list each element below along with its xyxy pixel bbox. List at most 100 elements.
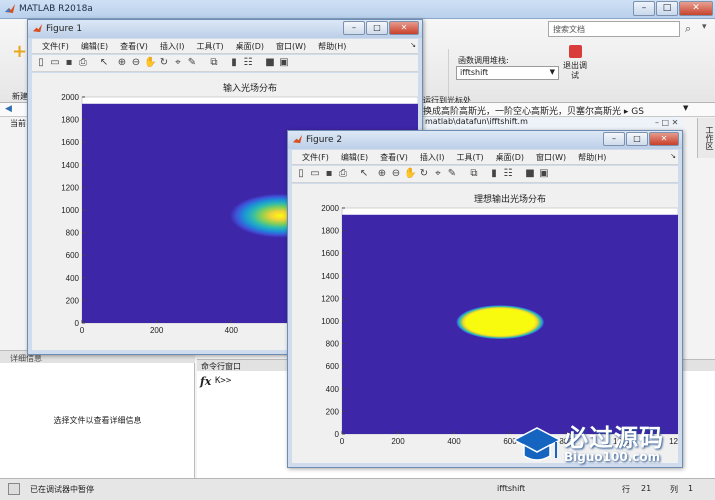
figure-icon [32, 23, 43, 33]
menu-help[interactable]: 帮助(H) [312, 39, 352, 53]
maximize-button[interactable]: □ [656, 1, 678, 16]
pointer-icon[interactable]: ↖ [98, 57, 110, 69]
new-figure-icon[interactable]: ▯ [295, 168, 307, 180]
figure-2-titlebar[interactable]: Figure 2 – □ ✕ [288, 131, 682, 149]
y-tick-label: 600 [326, 362, 340, 371]
figure-1-maximize-button[interactable]: □ [366, 21, 388, 35]
figure-1-close-button[interactable]: ✕ [389, 21, 419, 35]
y-tick-label: 1800 [321, 227, 339, 236]
menu-window[interactable]: 窗口(W) [530, 150, 572, 164]
zoom-in-icon[interactable]: ⊕ [376, 168, 388, 180]
y-tick-label: 1000 [321, 317, 339, 326]
menu-file[interactable]: 文件(F) [296, 150, 335, 164]
legend-icon[interactable]: ☷ [242, 57, 254, 69]
pointer-icon[interactable]: ↖ [358, 168, 370, 180]
legend-icon[interactable]: ☷ [502, 168, 514, 180]
ribbon-collapse-icon[interactable]: ▾ [702, 22, 707, 32]
menu-desktop[interactable]: 桌面(D) [230, 39, 270, 53]
func-stack-select[interactable]: ifftshift ▼ [456, 66, 559, 80]
stop-icon [568, 45, 582, 58]
figure-icon [292, 134, 303, 144]
chevron-down-icon: ▼ [549, 68, 555, 76]
figure-2-maximize-button[interactable]: □ [626, 132, 648, 146]
y-tick-label: 1600 [61, 138, 79, 147]
show-tools-icon[interactable]: ▣ [538, 168, 550, 180]
menu-edit[interactable]: 编辑(E) [335, 150, 374, 164]
hide-tools-icon[interactable]: ■ [524, 168, 536, 180]
colorbar-icon[interactable]: ▮ [228, 57, 240, 69]
figure-1-toolbar: ▯ ▭ ▪ ⎙ ↖ ⊕ ⊖ ✋ ↻ ⌖ ✎ ⧉ ▮ ☷ ■ ▣ [32, 55, 418, 72]
search-icon[interactable]: ⌕ [685, 22, 691, 36]
search-docs-input[interactable]: 搜索文档 [548, 21, 680, 37]
show-tools-icon[interactable]: ▣ [278, 57, 290, 69]
main-titlebar[interactable]: MATLAB R2018a – □ ✕ [0, 0, 715, 19]
rotate-icon[interactable]: ↻ [418, 168, 430, 180]
zoom-out-icon[interactable]: ⊖ [390, 168, 402, 180]
figure-2-minimize-button[interactable]: – [603, 132, 625, 146]
zoom-in-icon[interactable]: ⊕ [116, 57, 128, 69]
details-panel: 选择文件以查看详细信息 [0, 363, 195, 478]
breadcrumb[interactable]: 换成高阶高斯光，一阶空心高斯光，贝塞尔高斯光 ▸ GS [423, 104, 644, 117]
data-cursor-icon[interactable]: ⌖ [172, 57, 184, 69]
path-dropdown-icon[interactable]: ▼ [683, 104, 688, 112]
link-icon[interactable]: ⧉ [468, 168, 480, 180]
axes-title: 理想输出光场分布 [474, 193, 546, 205]
pin-icon[interactable]: ↘ [404, 39, 418, 53]
exit-debug-button[interactable]: 退出调试 [563, 45, 587, 81]
back-arrow-icon[interactable]: ◀ [5, 104, 12, 114]
pan-icon[interactable]: ✋ [404, 168, 416, 180]
figure-2-title: Figure 2 [306, 135, 343, 145]
open-file-icon[interactable]: ▭ [49, 57, 61, 69]
print-icon[interactable]: ⎙ [337, 168, 349, 180]
hide-tools-icon[interactable]: ■ [264, 57, 276, 69]
col-value: 1 [688, 484, 694, 493]
menu-insert[interactable]: 插入(I) [414, 150, 451, 164]
current-folder-label: 当前 [10, 119, 26, 128]
y-tick-label: 400 [66, 274, 80, 283]
menu-window[interactable]: 窗口(W) [270, 39, 312, 53]
watermark: 必过源码 Biguo100.com [512, 418, 712, 478]
y-tick-label: 600 [66, 251, 80, 260]
editor-window-buttons[interactable]: – □ ✕ [655, 118, 678, 127]
intensity-spot [456, 305, 545, 340]
x-tick-label: 0 [80, 326, 85, 335]
pin-icon[interactable]: ↘ [664, 150, 678, 164]
menu-view[interactable]: 查看(V) [374, 150, 414, 164]
zoom-out-icon[interactable]: ⊖ [130, 57, 142, 69]
workspace-tab[interactable]: 工作区 [697, 118, 715, 158]
colorbar-icon[interactable]: ▮ [488, 168, 500, 180]
menu-desktop[interactable]: 桌面(D) [490, 150, 530, 164]
print-icon[interactable]: ⎙ [77, 57, 89, 69]
pan-icon[interactable]: ✋ [144, 57, 156, 69]
x-tick-label: 400 [447, 437, 461, 446]
close-button[interactable]: ✕ [679, 1, 713, 16]
brush-icon[interactable]: ✎ [186, 57, 198, 69]
command-prompt[interactable]: K>> [215, 376, 231, 386]
figure-1-titlebar[interactable]: Figure 1 – □ ✕ [28, 20, 422, 38]
menu-edit[interactable]: 编辑(E) [75, 39, 114, 53]
x-tick-label: 0 [340, 437, 345, 446]
minimize-button[interactable]: – [633, 1, 655, 16]
y-tick-label: 1600 [321, 249, 339, 258]
menu-file[interactable]: 文件(F) [36, 39, 75, 53]
axes-title: 输入光场分布 [223, 82, 277, 94]
open-file-icon[interactable]: ▭ [309, 168, 321, 180]
x-tick-label: 400 [225, 326, 239, 335]
watermark-cn-text: 必过源码 [564, 424, 664, 452]
col-label: 列 [670, 485, 678, 494]
menu-view[interactable]: 查看(V) [114, 39, 154, 53]
save-icon[interactable]: ▪ [323, 168, 335, 180]
menu-help[interactable]: 帮助(H) [572, 150, 612, 164]
fx-icon[interactable]: fx [200, 375, 211, 388]
save-icon[interactable]: ▪ [63, 57, 75, 69]
rotate-icon[interactable]: ↻ [158, 57, 170, 69]
menu-insert[interactable]: 插入(I) [154, 39, 191, 53]
brush-icon[interactable]: ✎ [446, 168, 458, 180]
menu-tools[interactable]: 工具(T) [190, 39, 229, 53]
data-cursor-icon[interactable]: ⌖ [432, 168, 444, 180]
figure-1-minimize-button[interactable]: – [343, 21, 365, 35]
menu-tools[interactable]: 工具(T) [450, 150, 489, 164]
new-figure-icon[interactable]: ▯ [35, 57, 47, 69]
link-icon[interactable]: ⧉ [208, 57, 220, 69]
figure-2-close-button[interactable]: ✕ [649, 132, 679, 146]
